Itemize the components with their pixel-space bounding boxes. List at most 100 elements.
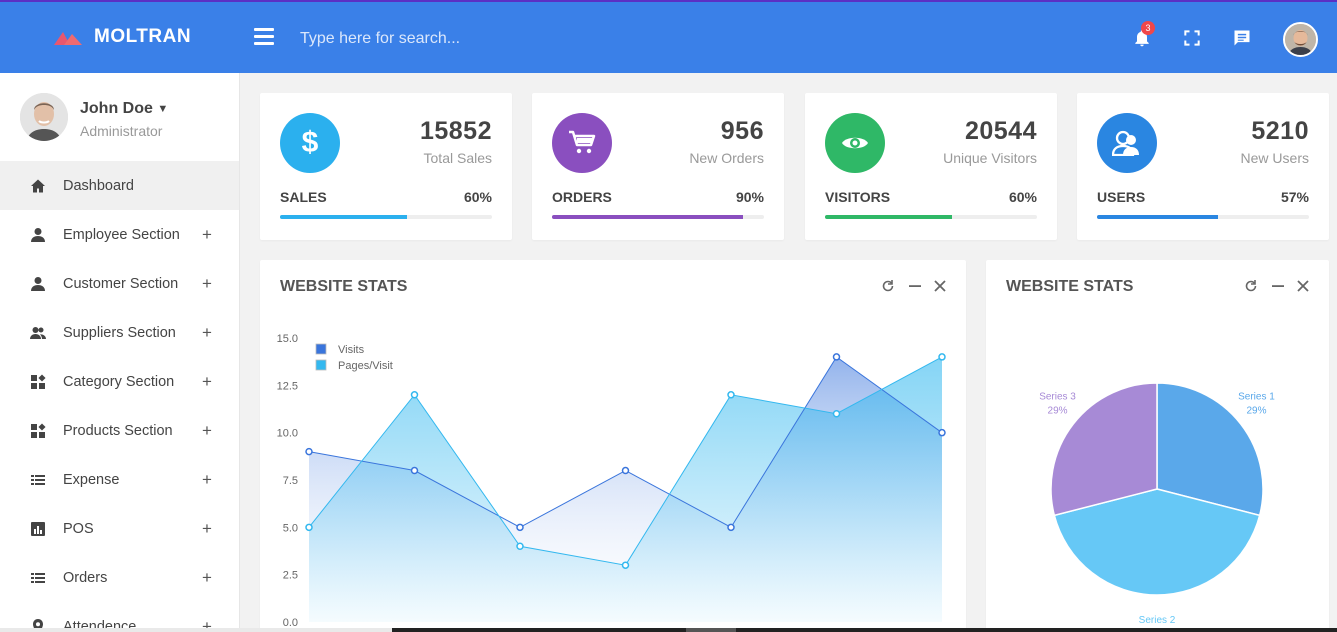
sidebar-item-customer-section[interactable]: Customer Section +: [0, 259, 239, 308]
y-tick-label: 5.0: [283, 522, 298, 534]
chart-icon: [31, 522, 45, 536]
area-chart: 15.012.510.07.55.02.50.0VisitsPages/Visi…: [277, 333, 946, 629]
y-tick-label: 7.5: [283, 475, 298, 487]
sidebar-item-pos[interactable]: POS +: [0, 504, 239, 553]
brand[interactable]: MOLTRAN: [54, 26, 191, 48]
eye-icon: [825, 113, 885, 173]
sidebar-item-label: Employee Section: [63, 226, 180, 243]
data-point: [727, 523, 735, 532]
slice-name: Series 3: [1039, 392, 1076, 403]
legend-swatch: [315, 359, 327, 371]
home-icon: [31, 179, 45, 193]
legend-swatch: [315, 343, 327, 355]
legend-label: Pages/Visit: [338, 360, 393, 372]
website-stats-pie-panel: WEBSITE STATS Series 1 29% Series 2 Series …: [986, 260, 1329, 632]
avatar[interactable]: [1283, 22, 1318, 57]
progress-bar: [280, 215, 492, 219]
sidebar-item-label: Customer Section: [63, 275, 179, 292]
browser-bottom-strip: [0, 628, 1337, 632]
person-icon: [31, 228, 45, 242]
expand-icon[interactable]: +: [202, 323, 212, 343]
data-point: [305, 447, 313, 456]
sidebar-item-label: Products Section: [63, 422, 173, 439]
stat-category: USERS: [1097, 189, 1146, 205]
progress-fill: [825, 215, 953, 219]
stat-card-sales: $ 15852 Total Sales SALES 60%: [260, 93, 512, 240]
list-icon: [31, 573, 45, 583]
caret-down-icon: ▼: [157, 102, 169, 115]
search-input[interactable]: [290, 24, 710, 54]
sidebar-item-products-section[interactable]: Products Section +: [0, 406, 239, 455]
stat-percent: 60%: [463, 189, 492, 205]
stat-label: Unique Visitors: [943, 150, 1037, 166]
data-point: [410, 391, 419, 399]
sidebar-item-suppliers-section[interactable]: Suppliers Section +: [0, 308, 239, 357]
data-point: [938, 428, 946, 437]
chat-icon[interactable]: [1232, 28, 1254, 50]
widgets-icon: [31, 423, 46, 438]
profile-name-dropdown[interactable]: John Doe ▼: [80, 100, 168, 118]
slice-label: 29%: [1048, 406, 1068, 417]
website-stats-area-panel: WEBSITE STATS 15.0 12.5 10.0 7.5 5.0 2.5 0.0 Vi…: [260, 260, 966, 632]
dollar-icon: $: [280, 113, 340, 173]
stat-value: 956: [720, 117, 764, 145]
progress-bar: [1097, 215, 1309, 219]
stat-label: New Users: [1240, 150, 1309, 166]
data-point: [727, 391, 735, 399]
sidebar-item-dashboard[interactable]: Dashboard: [0, 161, 239, 210]
stat-value: 15852: [419, 117, 492, 145]
profile-avatar[interactable]: [20, 93, 68, 141]
fullscreen-icon[interactable]: [1182, 28, 1204, 50]
expand-icon[interactable]: +: [202, 470, 212, 490]
data-point: [621, 561, 630, 569]
data-point: [516, 542, 524, 551]
stat-label: Total Sales: [423, 150, 492, 166]
expand-icon[interactable]: +: [202, 519, 212, 539]
data-point: [621, 466, 630, 475]
top-navbar: MOLTRAN 3: [0, 2, 1337, 73]
widgets-icon: [31, 374, 46, 389]
expand-icon[interactable]: +: [202, 568, 212, 588]
stat-card-orders: 956 New Orders ORDERS 90%: [532, 93, 784, 240]
data-point: [832, 353, 841, 361]
expand-icon[interactable]: +: [202, 421, 212, 441]
sidebar-item-category-section[interactable]: Category Section +: [0, 357, 239, 406]
data-point: [410, 466, 419, 475]
users-icon: [1097, 113, 1157, 173]
legend-label: Visits: [338, 344, 365, 356]
progress-fill: [1097, 215, 1218, 219]
stat-percent: 90%: [735, 189, 764, 205]
sidebar-item-label: Expense: [63, 471, 120, 488]
user-profile: John Doe ▼ Administrator: [20, 93, 168, 141]
expand-icon[interactable]: +: [202, 274, 212, 294]
sidebar-item-orders[interactable]: Orders +: [0, 553, 239, 602]
stat-card-users: 5210 New Users USERS 57%: [1077, 93, 1329, 240]
stat-category: ORDERS: [552, 189, 612, 205]
sidebar-item-label: Orders: [63, 569, 108, 586]
menu-toggle-icon[interactable]: [254, 28, 274, 46]
cart-icon: [552, 113, 612, 173]
brand-name: MOLTRAN: [94, 26, 192, 47]
y-tick-label: 10.0: [277, 428, 298, 440]
people-icon: [30, 327, 46, 339]
stat-percent: 60%: [1008, 189, 1037, 205]
profile-name: John Doe: [80, 100, 153, 117]
sidebar-item-expense[interactable]: Expense +: [0, 455, 239, 504]
data-point: [305, 523, 313, 532]
data-point: [938, 353, 946, 361]
profile-role: Administrator: [80, 123, 163, 139]
sidebar-item-label: POS: [63, 520, 94, 537]
sidebar-item-label: Category Section: [63, 373, 175, 390]
progress-fill: [552, 215, 743, 219]
progress-bar: [552, 215, 764, 219]
sidebar-item-employee-section[interactable]: Employee Section +: [0, 210, 239, 259]
stat-value: 5210: [1251, 117, 1309, 145]
mountain-logo-icon: [54, 32, 82, 45]
y-tick-label: 12.5: [277, 380, 298, 392]
bell-icon[interactable]: 3: [1132, 21, 1155, 50]
notification-badge: 3: [1141, 21, 1155, 35]
stat-label: New Orders: [689, 150, 764, 166]
expand-icon[interactable]: +: [202, 372, 212, 392]
expand-icon[interactable]: +: [202, 225, 212, 245]
sidebar-item-label: Suppliers Section: [63, 324, 176, 341]
